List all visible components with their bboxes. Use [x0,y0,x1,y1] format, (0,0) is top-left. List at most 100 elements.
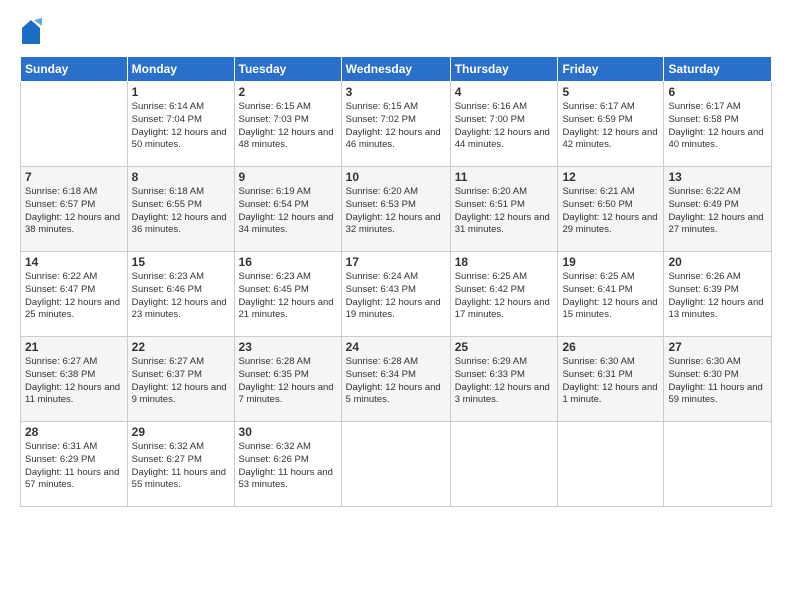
day-number: 16 [239,255,337,269]
day-detail: Sunrise: 6:28 AM Sunset: 6:34 PM Dayligh… [346,356,446,407]
day-number: 13 [668,170,767,184]
calendar-cell: 10Sunrise: 6:20 AM Sunset: 6:53 PM Dayli… [341,167,450,252]
day-number: 19 [562,255,659,269]
calendar-cell: 12Sunrise: 6:21 AM Sunset: 6:50 PM Dayli… [558,167,664,252]
day-number: 27 [668,340,767,354]
day-detail: Sunrise: 6:23 AM Sunset: 6:46 PM Dayligh… [132,271,230,322]
day-number: 26 [562,340,659,354]
day-number: 3 [346,85,446,99]
day-number: 14 [25,255,123,269]
day-number: 2 [239,85,337,99]
day-detail: Sunrise: 6:15 AM Sunset: 7:03 PM Dayligh… [239,101,337,152]
day-detail: Sunrise: 6:24 AM Sunset: 6:43 PM Dayligh… [346,271,446,322]
calendar-header-row: SundayMondayTuesdayWednesdayThursdayFrid… [21,57,772,82]
day-number: 10 [346,170,446,184]
day-number: 8 [132,170,230,184]
calendar-cell: 23 Sunrise: 6:28 AM Sunset: 6:35 PM Dayli… [234,337,341,422]
day-detail: Sunrise: 6:20 AM Sunset: 6:51 PM Dayligh… [455,186,554,237]
day-number: 12 [562,170,659,184]
day-number: 23 [239,340,337,354]
calendar-cell: 8Sunrise: 6:18 AM Sunset: 6:55 PM Daylig… [127,167,234,252]
day-detail: Sunrise: 6:25 AM Sunset: 6:41 PM Dayligh… [562,271,659,322]
calendar-cell: 9 Sunrise: 6:19 AM Sunset: 6:54 PM Daylig… [234,167,341,252]
weekday-header: Friday [558,57,664,82]
day-number: 9 [239,170,337,184]
calendar-cell: 28 Sunrise: 6:31 AM Sunset: 6:29 PM Dayli… [21,422,128,507]
calendar-cell: 20 Sunrise: 6:26 AM Sunset: 6:39 PM Dayli… [664,252,772,337]
day-number: 28 [25,425,123,439]
calendar-week-row: 1 Sunrise: 6:14 AM Sunset: 7:04 PM Daylig… [21,82,772,167]
calendar-cell: 15 Sunrise: 6:23 AM Sunset: 6:46 PM Dayli… [127,252,234,337]
calendar-cell: 16Sunrise: 6:23 AM Sunset: 6:45 PM Dayli… [234,252,341,337]
day-detail: Sunrise: 6:29 AM Sunset: 6:33 PM Dayligh… [455,356,554,407]
calendar-cell [664,422,772,507]
day-number: 1 [132,85,230,99]
day-detail: Sunrise: 6:17 AM Sunset: 6:59 PM Dayligh… [562,101,659,152]
day-number: 22 [132,340,230,354]
calendar-body: 1 Sunrise: 6:14 AM Sunset: 7:04 PM Daylig… [21,82,772,507]
header [20,18,772,46]
day-number: 18 [455,255,554,269]
day-number: 15 [132,255,230,269]
day-detail: Sunrise: 6:30 AM Sunset: 6:30 PM Dayligh… [668,356,767,407]
weekday-header: Sunday [21,57,128,82]
calendar-table: SundayMondayTuesdayWednesdayThursdayFrid… [20,56,772,507]
calendar-cell: 18Sunrise: 6:25 AM Sunset: 6:42 PM Dayli… [450,252,558,337]
day-number: 30 [239,425,337,439]
day-detail: Sunrise: 6:18 AM Sunset: 6:57 PM Dayligh… [25,186,123,237]
day-detail: Sunrise: 6:17 AM Sunset: 6:58 PM Dayligh… [668,101,767,152]
day-detail: Sunrise: 6:28 AM Sunset: 6:35 PM Dayligh… [239,356,337,407]
day-detail: Sunrise: 6:14 AM Sunset: 7:04 PM Dayligh… [132,101,230,152]
calendar-cell: 27 Sunrise: 6:30 AM Sunset: 6:30 PM Dayli… [664,337,772,422]
day-detail: Sunrise: 6:22 AM Sunset: 6:49 PM Dayligh… [668,186,767,237]
day-number: 24 [346,340,446,354]
weekday-header: Tuesday [234,57,341,82]
calendar-cell: 22 Sunrise: 6:27 AM Sunset: 6:37 PM Dayli… [127,337,234,422]
calendar-cell: 30 Sunrise: 6:32 AM Sunset: 6:26 PM Dayli… [234,422,341,507]
calendar-cell [21,82,128,167]
day-number: 5 [562,85,659,99]
calendar-cell: 3 Sunrise: 6:15 AM Sunset: 7:02 PM Daylig… [341,82,450,167]
day-detail: Sunrise: 6:27 AM Sunset: 6:38 PM Dayligh… [25,356,123,407]
weekday-header: Thursday [450,57,558,82]
day-number: 7 [25,170,123,184]
day-detail: Sunrise: 6:15 AM Sunset: 7:02 PM Dayligh… [346,101,446,152]
day-detail: Sunrise: 6:26 AM Sunset: 6:39 PM Dayligh… [668,271,767,322]
calendar-cell: 17Sunrise: 6:24 AM Sunset: 6:43 PM Dayli… [341,252,450,337]
day-number: 29 [132,425,230,439]
calendar-week-row: 7 Sunrise: 6:18 AM Sunset: 6:57 PM Daylig… [21,167,772,252]
day-detail: Sunrise: 6:27 AM Sunset: 6:37 PM Dayligh… [132,356,230,407]
day-number: 25 [455,340,554,354]
calendar-week-row: 21 Sunrise: 6:27 AM Sunset: 6:38 PM Dayli… [21,337,772,422]
calendar-cell: 4 Sunrise: 6:16 AM Sunset: 7:00 PM Daylig… [450,82,558,167]
weekday-header: Wednesday [341,57,450,82]
weekday-header: Monday [127,57,234,82]
day-number: 11 [455,170,554,184]
weekday-header: Saturday [664,57,772,82]
calendar-cell: 2 Sunrise: 6:15 AM Sunset: 7:03 PM Daylig… [234,82,341,167]
day-detail: Sunrise: 6:19 AM Sunset: 6:54 PM Dayligh… [239,186,337,237]
calendar-cell [558,422,664,507]
day-number: 4 [455,85,554,99]
day-detail: Sunrise: 6:32 AM Sunset: 6:27 PM Dayligh… [132,441,230,492]
calendar-cell: 11 Sunrise: 6:20 AM Sunset: 6:51 PM Dayli… [450,167,558,252]
day-detail: Sunrise: 6:22 AM Sunset: 6:47 PM Dayligh… [25,271,123,322]
logo [20,18,46,46]
calendar-cell: 7 Sunrise: 6:18 AM Sunset: 6:57 PM Daylig… [21,167,128,252]
calendar-cell: 29 Sunrise: 6:32 AM Sunset: 6:27 PM Dayli… [127,422,234,507]
calendar-cell: 25 Sunrise: 6:29 AM Sunset: 6:33 PM Dayli… [450,337,558,422]
day-detail: Sunrise: 6:31 AM Sunset: 6:29 PM Dayligh… [25,441,123,492]
calendar-cell: 19 Sunrise: 6:25 AM Sunset: 6:41 PM Dayli… [558,252,664,337]
calendar-cell [341,422,450,507]
day-detail: Sunrise: 6:32 AM Sunset: 6:26 PM Dayligh… [239,441,337,492]
day-detail: Sunrise: 6:16 AM Sunset: 7:00 PM Dayligh… [455,101,554,152]
day-detail: Sunrise: 6:30 AM Sunset: 6:31 PM Dayligh… [562,356,659,407]
calendar-cell: 26 Sunrise: 6:30 AM Sunset: 6:31 PM Dayli… [558,337,664,422]
calendar-week-row: 14 Sunrise: 6:22 AM Sunset: 6:47 PM Dayli… [21,252,772,337]
calendar-cell: 14 Sunrise: 6:22 AM Sunset: 6:47 PM Dayli… [21,252,128,337]
calendar-cell: 13 Sunrise: 6:22 AM Sunset: 6:49 PM Dayli… [664,167,772,252]
day-number: 20 [668,255,767,269]
day-number: 21 [25,340,123,354]
day-number: 6 [668,85,767,99]
calendar-week-row: 28 Sunrise: 6:31 AM Sunset: 6:29 PM Dayli… [21,422,772,507]
